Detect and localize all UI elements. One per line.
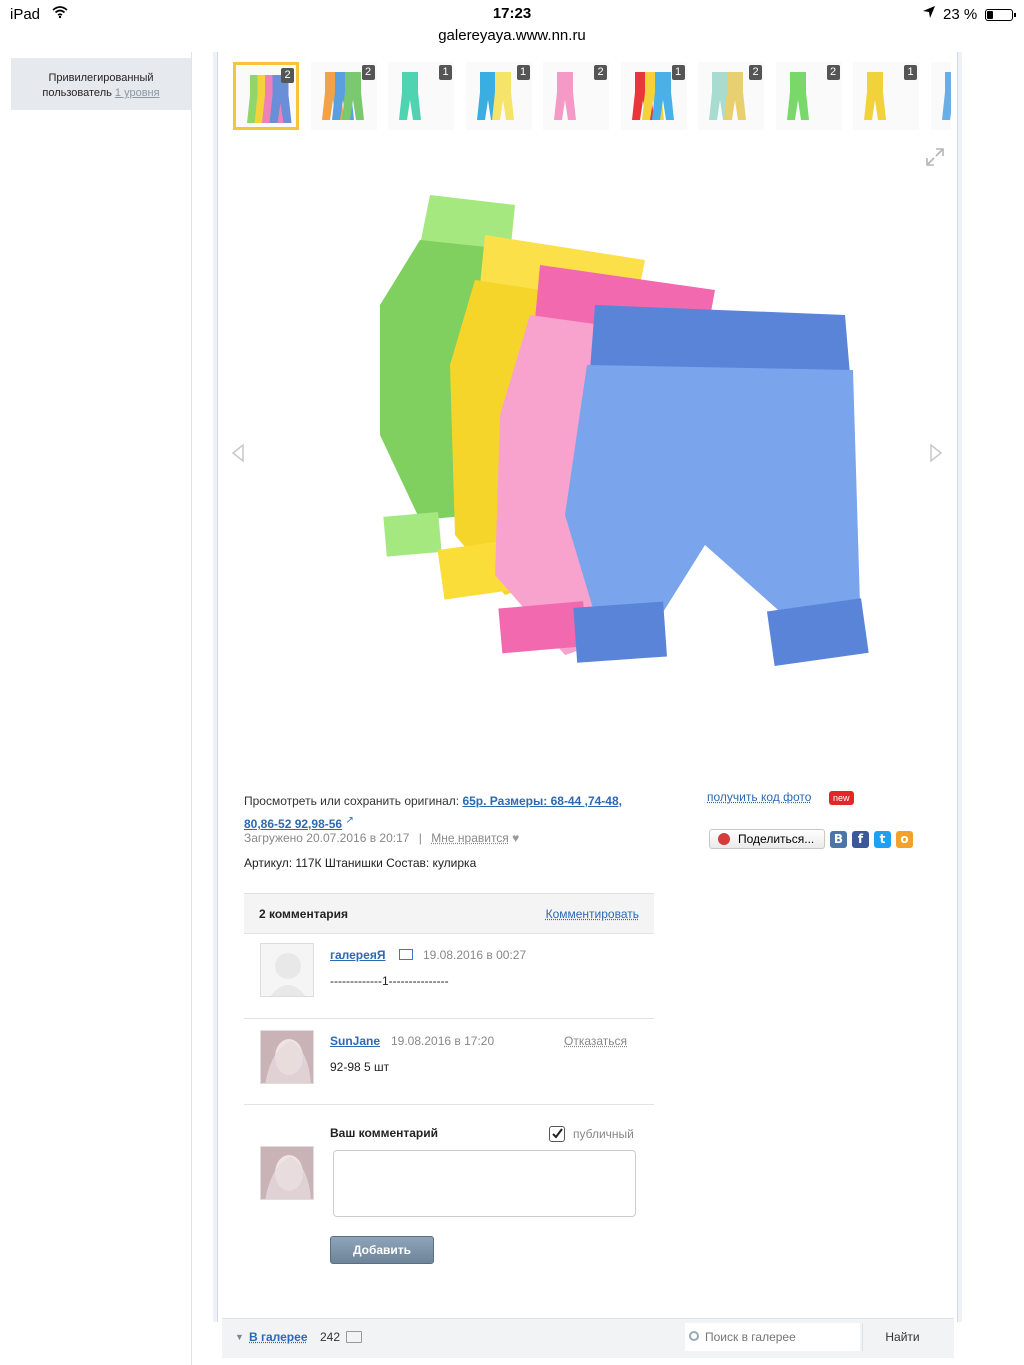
new-badge: new	[829, 791, 854, 805]
gallery-search-input[interactable]	[685, 1323, 860, 1351]
garment-shape	[786, 72, 809, 120]
get-photo-code-link[interactable]: получить код фото	[707, 790, 811, 804]
reply-divider	[244, 1104, 654, 1105]
thumbnail[interactable]: 1	[620, 62, 687, 130]
pants-blue	[565, 305, 869, 666]
mail-icon[interactable]	[399, 949, 413, 960]
thumbnail-count-badge: 2	[826, 65, 840, 80]
view-original-label: Просмотреть или сохранить оригинал:	[244, 794, 460, 808]
gallery-count: 242	[320, 1330, 341, 1344]
gallery-bar: ▼ В галерее 242 Найти	[222, 1318, 954, 1358]
garment-shape	[724, 72, 746, 120]
original-link-line: Просмотреть или сохранить оригинал: 65р.…	[244, 791, 654, 834]
thumbnail[interactable]: 2	[310, 62, 377, 130]
user-rank-line: пользователь 1 уровня	[11, 86, 191, 101]
search-icon	[689, 1331, 699, 1341]
garment-shape	[864, 72, 886, 120]
avatar[interactable]	[260, 943, 314, 997]
garment-shape	[399, 72, 421, 120]
clock: 17:23	[492, 5, 532, 22]
user-status-box: Привилегированный пользователь 1 уровня	[11, 58, 191, 110]
battery-icon	[985, 9, 1016, 21]
facebook-icon[interactable]: f	[852, 831, 869, 848]
comment-author[interactable]: SunJane	[330, 1034, 380, 1048]
garment-shape	[491, 72, 514, 120]
article-description: Артикул: 117К Штанишки Состав: кулирка	[244, 856, 477, 870]
thumbnail-count-badge: 2	[361, 65, 375, 80]
address-bar[interactable]: galereyaya.www.nn.ru	[0, 27, 1024, 44]
arrow-right-icon[interactable]	[928, 443, 944, 463]
odnoklassniki-icon[interactable]: o	[896, 831, 913, 848]
arrow-left-icon[interactable]	[230, 443, 246, 463]
gallery-link[interactable]: В галерее	[249, 1330, 308, 1344]
upload-info: Загружено 20.07.2016 в 20:17 | Мне нрави…	[244, 831, 519, 845]
garment-shape	[941, 72, 951, 120]
thumbnail[interactable]: 2	[233, 62, 299, 130]
refuse-link[interactable]: Отказаться	[564, 1034, 627, 1048]
comment-text: 92-98 5 шт	[330, 1060, 390, 1074]
thumbnail-count-badge: 1	[904, 65, 917, 80]
thumbnail-count-badge: 2	[281, 68, 294, 83]
user-level-link[interactable]: 1 уровня	[115, 87, 160, 99]
comments-header: 2 комментария Комментировать	[244, 893, 654, 933]
avatar	[260, 1146, 314, 1200]
comment-item: SunJane 19.08.2016 в 17:20 Отказаться 92…	[244, 1018, 654, 1105]
like-link[interactable]: Мне нравится	[431, 831, 509, 845]
thumbnail-image	[941, 72, 951, 120]
public-label: публичный	[573, 1127, 634, 1141]
comment-date: 19.08.2016 в 00:27	[423, 948, 527, 962]
comment-author[interactable]: галереяЯ	[330, 948, 385, 962]
thumbnail[interactable]	[930, 62, 951, 130]
status-bar: iPad 17:23 23 %	[0, 0, 1024, 28]
thumbnail[interactable]: 1	[388, 62, 454, 130]
thumbnail[interactable]: 2	[698, 62, 764, 130]
reply-label: Ваш комментарий	[330, 1126, 439, 1140]
avatar[interactable]	[260, 1030, 314, 1084]
add-comment-button[interactable]: Добавить	[330, 1236, 434, 1264]
folder-icon[interactable]	[346, 1331, 362, 1343]
triangle-down-icon[interactable]: ▼	[235, 1332, 244, 1342]
comment-input[interactable]	[333, 1150, 636, 1217]
battery-percent: 23 %	[943, 6, 978, 23]
heart-icon[interactable]: ♥	[512, 831, 519, 845]
thumbnail-count-badge: 1	[439, 65, 452, 80]
thumbnail-count-badge: 1	[516, 65, 530, 80]
separator: |	[418, 831, 422, 845]
vk-icon[interactable]: B	[830, 831, 847, 848]
upload-date: Загружено 20.07.2016 в 20:17	[244, 831, 410, 845]
garment-shape	[554, 72, 576, 120]
comment-item: галереяЯ 19.08.2016 в 00:27 ------------…	[244, 933, 654, 1018]
thumbnail[interactable]: 1	[465, 62, 532, 130]
checkbox-checked-icon[interactable]	[549, 1126, 565, 1142]
add-comment-link[interactable]: Комментировать	[546, 907, 639, 921]
share-button[interactable]: Поделиться...	[709, 829, 825, 849]
share-label: Поделиться...	[738, 832, 815, 846]
thumbnail[interactable]: 2	[543, 62, 609, 130]
comments-count: 2 комментария	[259, 907, 348, 921]
thumbnail[interactable]: 2	[775, 62, 842, 130]
share-icon	[718, 833, 730, 845]
external-link-icon[interactable]: ↗	[345, 815, 353, 826]
comment-date: 19.08.2016 в 17:20	[391, 1034, 495, 1048]
location-arrow-icon	[922, 5, 936, 23]
main-photo[interactable]	[325, 185, 905, 695]
user-rank-label-2: пользователь	[42, 87, 112, 99]
left-sidebar	[0, 52, 192, 1365]
user-rank-label: Привилегированный	[48, 72, 154, 84]
thumbnail-count-badge: 2	[749, 65, 762, 80]
thumbnail-count-badge: 1	[671, 65, 685, 80]
comment-text: -------------1---------------	[330, 974, 449, 988]
thumbnail[interactable]: 1	[853, 62, 919, 130]
twitter-icon[interactable]: t	[874, 831, 891, 848]
thumbnail-count-badge: 2	[594, 65, 607, 80]
thumbnail-strip: 2 2 1 1 2 1 2 2 1	[233, 62, 951, 130]
expand-icon[interactable]	[925, 147, 945, 167]
find-button[interactable]: Найти	[862, 1323, 942, 1351]
